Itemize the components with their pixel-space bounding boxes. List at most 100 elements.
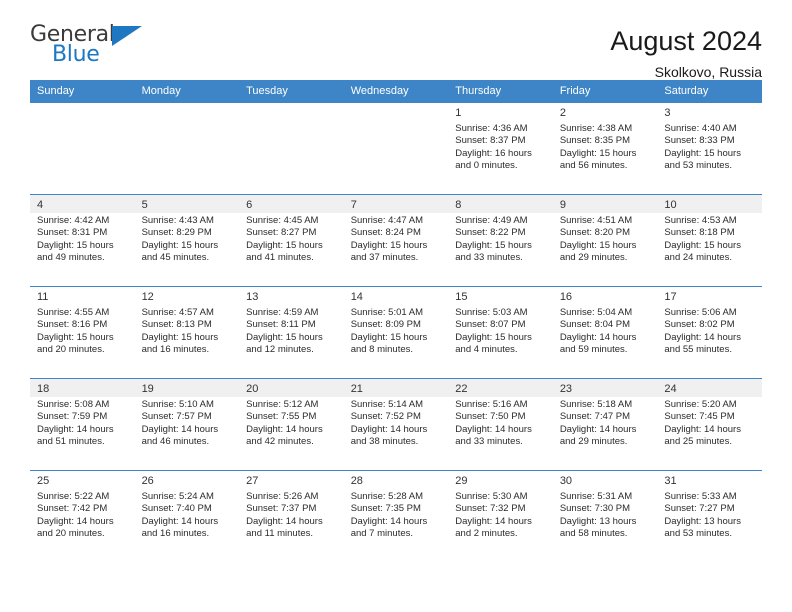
- weekday-header-friday: Friday: [552, 80, 658, 102]
- calendar-week-row: 18 Sunrise: 5:08 AM Sunset: 7:59 PM Dayligh…: [30, 377, 762, 470]
- day-details: Sunrise: 5:06 AM Sunset: 8:02 PM Daylight:…: [664, 307, 756, 357]
- day-details: Sunrise: 4:55 AM Sunset: 8:16 PM Daylight:…: [37, 307, 129, 357]
- calendar-day-cell[interactable]: 10 Sunrise: 4:53 AM Sunset: 8:18 PM Dayligh…: [657, 193, 762, 286]
- day-number: 15: [455, 291, 468, 303]
- daylight-text-line2: and 41 minutes.: [246, 252, 314, 264]
- day-number: 1: [455, 107, 462, 119]
- calendar-day-cell[interactable]: 29 Sunrise: 5:30 AM Sunset: 7:32 PM Dayligh…: [448, 469, 553, 562]
- sunrise-text: Sunrise: 4:42 AM: [37, 215, 110, 226]
- sunset-text: Sunset: 8:13 PM: [141, 319, 212, 331]
- sunrise-text: Sunrise: 5:03 AM: [455, 307, 528, 318]
- sunrise-text: Sunrise: 4:45 AM: [246, 215, 319, 226]
- calendar-day-cell[interactable]: 4 Sunrise: 4:42 AM Sunset: 8:31 PM Daylight…: [30, 193, 135, 286]
- calendar-day-cell[interactable]: 13 Sunrise: 4:59 AM Sunset: 8:11 PM Dayligh…: [239, 285, 344, 378]
- daylight-text-line1: Daylight: 14 hours: [246, 515, 323, 527]
- calendar-day-cell[interactable]: 20 Sunrise: 5:12 AM Sunset: 7:55 PM Dayligh…: [239, 377, 344, 470]
- sunset-text: Sunset: 7:50 PM: [455, 411, 526, 423]
- day-details: Sunrise: 5:28 AM Sunset: 7:35 PM Daylight:…: [351, 491, 443, 541]
- calendar-day-cell[interactable]: 19 Sunrise: 5:10 AM Sunset: 7:57 PM Dayligh…: [134, 377, 240, 470]
- sunset-text: Sunset: 8:18 PM: [664, 227, 735, 239]
- calendar-day-content: 5 Sunrise: 4:43 AM Sunset: 8:29 PM Daylight…: [134, 194, 240, 285]
- sunrise-text: Sunrise: 4:43 AM: [141, 215, 214, 226]
- calendar-day-content: 23 Sunrise: 5:18 AM Sunset: 7:47 PM Dayligh…: [552, 378, 658, 469]
- day-details: Sunrise: 5:16 AM Sunset: 7:50 PM Daylight:…: [455, 399, 547, 449]
- calendar-day-cell[interactable]: 28 Sunrise: 5:28 AM Sunset: 7:35 PM Dayligh…: [343, 469, 449, 562]
- sunset-text: Sunset: 8:31 PM: [37, 227, 108, 239]
- calendar-day-cell[interactable]: 18 Sunrise: 5:08 AM Sunset: 7:59 PM Dayligh…: [30, 377, 135, 470]
- calendar-day-cell[interactable]: 5 Sunrise: 4:43 AM Sunset: 8:29 PM Daylight…: [134, 193, 240, 286]
- logo-text-blue: Blue: [52, 42, 100, 67]
- day-number: 17: [664, 291, 677, 303]
- daylight-text-line2: and 20 minutes.: [37, 528, 105, 540]
- calendar-day-cell[interactable]: 9 Sunrise: 4:51 AM Sunset: 8:20 PM Daylight…: [552, 193, 658, 286]
- calendar-body: 1 Sunrise: 4:36 AM Sunset: 8:37 PM Daylight…: [30, 102, 762, 562]
- calendar-day-cell[interactable]: 7 Sunrise: 4:47 AM Sunset: 8:24 PM Daylight…: [343, 193, 449, 286]
- calendar-day-cell[interactable]: 3 Sunrise: 4:40 AM Sunset: 8:33 PM Daylight…: [657, 102, 762, 194]
- calendar-day-cell[interactable]: 17 Sunrise: 5:06 AM Sunset: 8:02 PM Dayligh…: [657, 285, 762, 378]
- day-number: 25: [37, 475, 50, 487]
- daylight-text-line2: and 7 minutes.: [350, 528, 414, 540]
- calendar-day-cell[interactable]: 26 Sunrise: 5:24 AM Sunset: 7:40 PM Dayligh…: [134, 469, 240, 562]
- daylight-text-line1: Daylight: 15 hours: [246, 239, 323, 251]
- calendar-day-cell[interactable]: 22 Sunrise: 5:16 AM Sunset: 7:50 PM Dayligh…: [448, 377, 553, 470]
- sunset-text: Sunset: 8:24 PM: [350, 227, 421, 239]
- calendar-day-cell[interactable]: 16 Sunrise: 5:04 AM Sunset: 8:04 PM Dayligh…: [552, 285, 658, 378]
- calendar-day-cell[interactable]: 23 Sunrise: 5:18 AM Sunset: 7:47 PM Dayligh…: [552, 377, 658, 470]
- calendar-day-cell[interactable]: 24 Sunrise: 5:20 AM Sunset: 7:45 PM Dayligh…: [657, 377, 762, 470]
- sunrise-text: Sunrise: 4:55 AM: [37, 307, 110, 318]
- daylight-text-line1: Daylight: 15 hours: [37, 239, 114, 251]
- calendar-day-content: 15 Sunrise: 5:03 AM Sunset: 8:07 PM Dayligh…: [448, 286, 553, 377]
- calendar-day-empty: [239, 102, 344, 193]
- calendar-day-cell[interactable]: 1 Sunrise: 4:36 AM Sunset: 8:37 PM Daylight…: [448, 102, 553, 194]
- calendar-day-cell[interactable]: 8 Sunrise: 4:49 AM Sunset: 8:22 PM Daylight…: [448, 193, 553, 286]
- day-number: 8: [455, 199, 462, 211]
- daylight-text-line1: Daylight: 14 hours: [141, 515, 219, 527]
- page-header: General Blue August 2024 Skolkovo, Russi…: [30, 0, 762, 81]
- daylight-text-line2: and 56 minutes.: [559, 160, 628, 172]
- daylight-text-line1: Daylight: 15 hours: [664, 147, 741, 159]
- calendar-day-content: 1 Sunrise: 4:36 AM Sunset: 8:37 PM Daylight…: [448, 102, 553, 193]
- day-number: 29: [455, 475, 468, 487]
- sunset-text: Sunset: 7:35 PM: [350, 503, 421, 515]
- general-blue-logo[interactable]: General Blue: [30, 24, 150, 72]
- day-details: Sunrise: 4:47 AM Sunset: 8:24 PM Daylight:…: [351, 215, 443, 265]
- calendar-day-cell[interactable]: 30 Sunrise: 5:31 AM Sunset: 7:30 PM Dayligh…: [552, 469, 658, 562]
- daylight-text-line1: Daylight: 15 hours: [455, 331, 532, 343]
- day-details: Sunrise: 5:22 AM Sunset: 7:42 PM Daylight:…: [37, 491, 129, 541]
- daylight-text-line2: and 20 minutes.: [37, 344, 105, 356]
- sunset-text: Sunset: 7:32 PM: [455, 503, 526, 515]
- calendar-day-cell[interactable]: 15 Sunrise: 5:03 AM Sunset: 8:07 PM Dayligh…: [448, 285, 553, 378]
- calendar-day-cell: [134, 102, 240, 194]
- calendar-day-cell[interactable]: 12 Sunrise: 4:57 AM Sunset: 8:13 PM Dayligh…: [134, 285, 240, 378]
- calendar-day-content: 31 Sunrise: 5:33 AM Sunset: 7:27 PM Dayligh…: [657, 470, 762, 561]
- daylight-text-line2: and 4 minutes.: [455, 344, 518, 356]
- sunrise-text: Sunrise: 5:12 AM: [246, 399, 319, 410]
- daylight-text-line2: and 37 minutes.: [350, 252, 419, 264]
- daylight-text-line1: Daylight: 14 hours: [37, 423, 114, 435]
- daylight-text-line2: and 42 minutes.: [246, 436, 314, 448]
- calendar-day-content: 9 Sunrise: 4:51 AM Sunset: 8:20 PM Daylight…: [552, 194, 658, 285]
- daylight-text-line2: and 24 minutes.: [664, 252, 732, 264]
- calendar-day-empty: [30, 102, 135, 193]
- daylight-text-line2: and 46 minutes.: [141, 436, 210, 448]
- day-details: Sunrise: 5:26 AM Sunset: 7:37 PM Daylight:…: [246, 491, 338, 541]
- daylight-text-line2: and 11 minutes.: [246, 528, 314, 540]
- calendar-day-cell[interactable]: 27 Sunrise: 5:26 AM Sunset: 7:37 PM Dayligh…: [239, 469, 344, 562]
- day-number: 21: [350, 383, 363, 395]
- calendar-day-content: 19 Sunrise: 5:10 AM Sunset: 7:57 PM Dayligh…: [134, 378, 240, 469]
- calendar-day-cell[interactable]: 14 Sunrise: 5:01 AM Sunset: 8:09 PM Dayligh…: [343, 285, 449, 378]
- calendar-day-cell[interactable]: 21 Sunrise: 5:14 AM Sunset: 7:52 PM Dayligh…: [343, 377, 449, 470]
- daylight-text-line2: and 38 minutes.: [350, 436, 419, 448]
- calendar-day-cell[interactable]: 11 Sunrise: 4:55 AM Sunset: 8:16 PM Dayligh…: [30, 285, 135, 378]
- calendar-day-cell[interactable]: 25 Sunrise: 5:22 AM Sunset: 7:42 PM Dayligh…: [30, 469, 135, 562]
- calendar-day-cell[interactable]: 6 Sunrise: 4:45 AM Sunset: 8:27 PM Daylight…: [239, 193, 344, 286]
- day-number: 26: [141, 475, 154, 487]
- day-details: Sunrise: 4:51 AM Sunset: 8:20 PM Daylight:…: [560, 215, 652, 265]
- sunset-text: Sunset: 7:37 PM: [246, 503, 317, 515]
- calendar-day-cell[interactable]: 31 Sunrise: 5:33 AM Sunset: 7:27 PM Dayligh…: [657, 469, 762, 562]
- day-number: 11: [37, 291, 49, 303]
- calendar-day-cell[interactable]: 2 Sunrise: 4:38 AM Sunset: 8:35 PM Daylight…: [552, 102, 658, 194]
- sunset-text: Sunset: 7:42 PM: [37, 503, 108, 515]
- day-number: 7: [350, 199, 357, 211]
- day-number: 3: [664, 107, 671, 119]
